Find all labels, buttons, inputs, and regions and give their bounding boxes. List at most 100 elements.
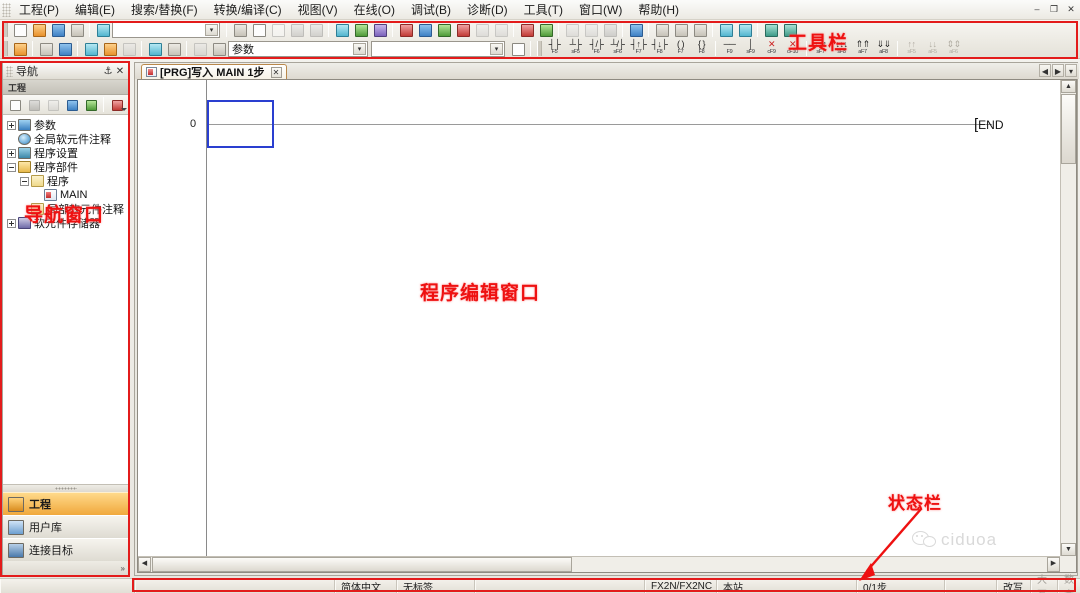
chevron-down-icon[interactable]: ▾ — [205, 23, 218, 36]
menu-grip[interactable] — [2, 2, 11, 17]
tree-node-2[interactable]: 程序设置 — [3, 146, 129, 160]
ladder-insert-col-icon[interactable] — [672, 21, 689, 38]
toolbar-grip[interactable] — [3, 41, 8, 56]
monitor-write-icon[interactable] — [473, 21, 490, 38]
menu-item-8[interactable]: 工具(T) — [516, 0, 571, 20]
chevron-down-icon[interactable] — [121, 108, 127, 111]
ladder-symbol-operation-result-rise[interactable]: ⇑⇑ aF7 — [852, 40, 873, 57]
copy-data-icon[interactable] — [25, 96, 42, 113]
combo-empty-combo[interactable]: ▾ — [371, 40, 505, 57]
ladder-symbol-rising-pulse[interactable]: ┤↑├ F7 — [628, 40, 649, 57]
help-circle-icon[interactable] — [191, 40, 208, 57]
new-window-icon[interactable] — [509, 40, 526, 57]
chevron-down-icon[interactable]: ▾ — [353, 42, 366, 55]
ladder-symbol-invert-result[interactable]: ⇕⇕ aF6 — [943, 40, 964, 57]
view-mode-icon[interactable] — [108, 96, 127, 113]
new-data-icon[interactable] — [6, 96, 23, 113]
scroll-down-icon[interactable]: ▼ — [1061, 543, 1076, 556]
menu-item-10[interactable]: 帮助(H) — [630, 0, 687, 20]
statement-display-icon[interactable] — [736, 21, 753, 38]
close-icon[interactable]: ✕ — [114, 66, 126, 77]
menu-item-3[interactable]: 转换/编译(C) — [206, 0, 290, 20]
tab-prev-icon[interactable]: ◀ — [1039, 64, 1051, 77]
refresh-icon[interactable] — [82, 96, 99, 113]
scroll-up-icon[interactable]: ▲ — [1061, 80, 1076, 93]
project-tree[interactable]: 参数 全局软元件注释 程序设置 程序部件 程序 MAIN 局部软元件注释 软元件存储器 — [3, 115, 129, 484]
panel-splitter[interactable] — [3, 485, 129, 492]
monitor-stop-icon[interactable] — [454, 21, 471, 38]
zoom-in-icon[interactable] — [762, 21, 779, 38]
merge-data-icon[interactable] — [582, 21, 599, 38]
nav-button-proj[interactable]: 工程 — [3, 492, 129, 515]
paste-icon[interactable] — [269, 21, 286, 38]
help-icon[interactable] — [94, 21, 111, 38]
monitor-start-icon[interactable] — [435, 21, 452, 38]
program-check-icon[interactable] — [563, 21, 580, 38]
comment-display-icon[interactable] — [717, 21, 734, 38]
menu-item-6[interactable]: 调试(B) — [403, 0, 459, 20]
tree-expander-icon[interactable] — [7, 162, 16, 172]
ladder-symbol-open-contact-parallel[interactable]: ┴├ sF5 — [565, 40, 586, 57]
ladder-canvas[interactable]: 0 [ END ] — [138, 80, 1066, 556]
tree-node-0[interactable]: 参数 — [3, 118, 129, 132]
monitor-device-icon[interactable] — [492, 21, 509, 38]
navigation-overflow[interactable]: » — [3, 561, 129, 575]
find-binoculars-icon[interactable] — [210, 40, 227, 57]
sampling-trace-icon[interactable] — [120, 40, 137, 57]
menu-item-7[interactable]: 诊断(D) — [459, 0, 516, 20]
menu-item-9[interactable]: 窗口(W) — [571, 0, 630, 20]
device-memory-icon[interactable] — [37, 40, 54, 57]
tab-list-icon[interactable]: ▾ — [1065, 64, 1077, 77]
ladder-symbol-coil[interactable]: ( ) F7 — [670, 40, 691, 57]
editor-tab-main[interactable]: [PRG]写入 MAIN 1步 ✕ — [141, 64, 287, 79]
vertical-scrollbar[interactable]: ▲ ▼ — [1060, 80, 1076, 556]
ladder-symbol-invert-pulse[interactable]: ↑↑ sF5 — [901, 40, 922, 57]
tab-close-icon[interactable]: ✕ — [270, 66, 282, 78]
display-setting-icon[interactable] — [627, 21, 644, 38]
tree-expander-icon[interactable] — [7, 148, 16, 158]
menu-item-4[interactable]: 视图(V) — [290, 0, 346, 20]
ladder-cursor[interactable] — [207, 100, 274, 148]
restore-button[interactable]: ❐ — [1047, 2, 1061, 16]
nav-button-conn[interactable]: 连接目标 — [3, 538, 129, 561]
menu-item-2[interactable]: 搜索/替换(F) — [123, 0, 206, 20]
window-list-icon[interactable] — [56, 40, 73, 57]
tree-node-4[interactable]: 程序 — [3, 174, 129, 188]
end-instruction-block[interactable]: [ END ] — [974, 116, 1066, 133]
ladder-symbol-closed-contact[interactable]: ┤/├ F6 — [586, 40, 607, 57]
ladder-symbol-falling-pulse[interactable]: ┤↓├ F8 — [649, 40, 670, 57]
ladder-symbol-closed-contact-parallel[interactable]: ┴/├ sF6 — [607, 40, 628, 57]
find-device-icon[interactable] — [333, 21, 350, 38]
combo-search-combo[interactable]: ▾ — [112, 21, 220, 38]
tree-expander-icon[interactable] — [20, 176, 29, 186]
print-icon[interactable] — [68, 21, 85, 38]
ladder-symbol-operation-result-fall[interactable]: ⇓⇓ aF8 — [873, 40, 894, 57]
ladder-insert-row-icon[interactable] — [653, 21, 670, 38]
find-instruction-icon[interactable] — [352, 21, 369, 38]
ladder-symbol-open-contact[interactable]: ┤├ F5 — [544, 40, 565, 57]
nav-button-lib[interactable]: 用户库 — [3, 515, 129, 538]
tab-next-icon[interactable]: ▶ — [1052, 64, 1064, 77]
menu-item-1[interactable]: 编辑(E) — [67, 0, 123, 20]
remote-operation-icon[interactable] — [518, 21, 535, 38]
save-project-icon[interactable] — [49, 21, 66, 38]
undo-icon[interactable] — [288, 21, 305, 38]
project-tree-icon[interactable] — [11, 40, 28, 57]
toolbar-grip[interactable] — [537, 41, 542, 56]
device-search-icon[interactable] — [165, 40, 182, 57]
minimize-button[interactable]: – — [1030, 2, 1044, 16]
new-project-icon[interactable] — [11, 21, 28, 38]
read-from-plc-icon[interactable] — [416, 21, 433, 38]
chevron-down-icon[interactable]: ▾ — [490, 42, 503, 55]
ladder-symbol-invert-operation[interactable]: ↓↓ aF5 — [922, 40, 943, 57]
vertical-scroll-thumb[interactable] — [1061, 94, 1076, 164]
horizontal-scroll-thumb[interactable] — [152, 557, 572, 572]
ladder-symbol-delete-horizontal-line[interactable]: ✕ cF9 — [761, 40, 782, 57]
menu-item-5[interactable]: 在线(O) — [346, 0, 403, 20]
scroll-right-icon[interactable]: ▶ — [1047, 557, 1060, 572]
ladder-symbol-horizontal-line[interactable]: ── F9 — [719, 40, 740, 57]
close-button[interactable]: ✕ — [1064, 2, 1078, 16]
tree-node-1[interactable]: 全局软元件注释 — [3, 132, 129, 146]
ladder-symbol-application-instruction[interactable]: { } F8 — [691, 40, 712, 57]
open-project-icon[interactable] — [30, 21, 47, 38]
